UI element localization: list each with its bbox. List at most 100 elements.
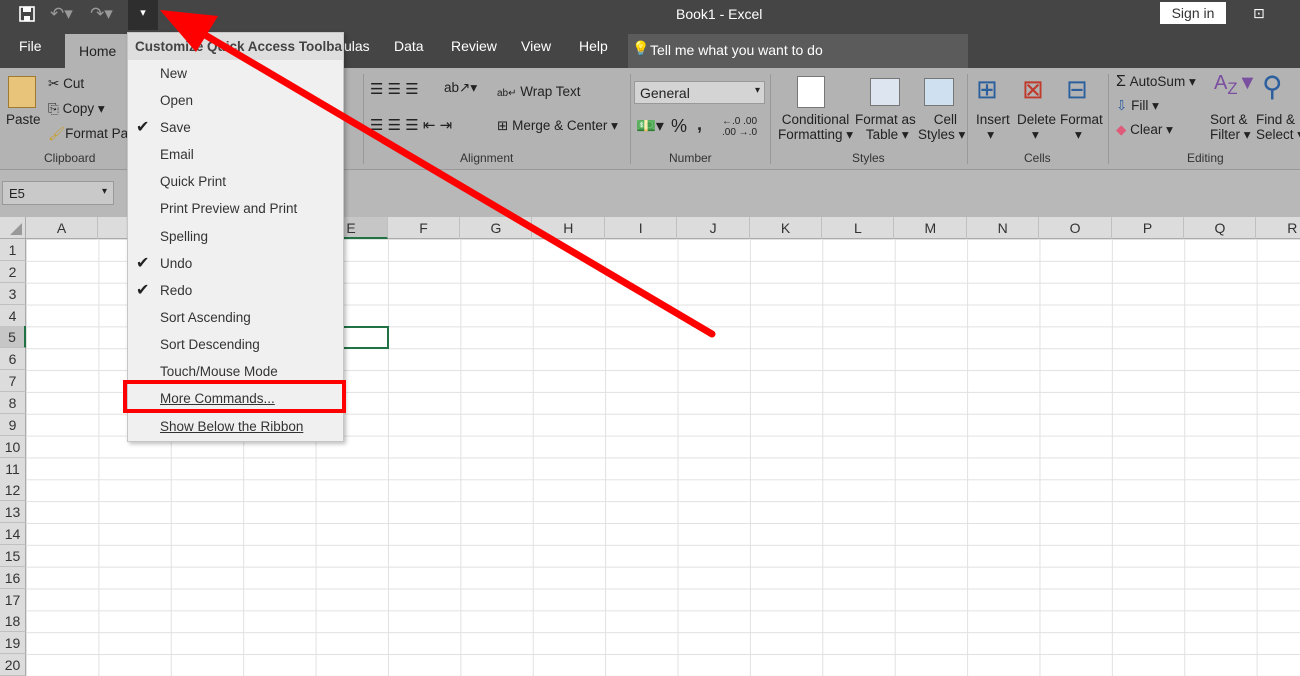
- row-header-15[interactable]: 15: [0, 544, 26, 567]
- search-icon: ⚲: [1262, 71, 1283, 102]
- column-header-L[interactable]: L: [822, 217, 895, 239]
- row-header-9[interactable]: 9: [0, 413, 26, 436]
- row-header-16[interactable]: 16: [0, 566, 26, 589]
- menu-item-new[interactable]: New: [128, 60, 343, 87]
- percent-button[interactable]: %: [671, 116, 687, 137]
- format-painter-label: Format Pa: [65, 126, 129, 141]
- column-header-A[interactable]: A: [26, 217, 98, 239]
- label: Styles: [918, 127, 955, 142]
- row-header-1[interactable]: 1: [0, 239, 26, 261]
- tab-file[interactable]: File: [19, 38, 42, 54]
- column-header-O[interactable]: O: [1040, 217, 1112, 239]
- menu-item-open[interactable]: Open: [128, 87, 343, 114]
- cell-styles-button[interactable]: Cell Styles ▾: [918, 112, 965, 143]
- select-all-button[interactable]: [0, 217, 26, 239]
- tell-me-search[interactable]: 💡 Tell me what you want to do: [628, 34, 968, 68]
- scissors-icon: ✂: [48, 76, 60, 91]
- tab-formulas[interactable]: ulas: [344, 38, 370, 54]
- row-header-2[interactable]: 2: [0, 260, 26, 283]
- menu-item-print-preview-and-print[interactable]: Print Preview and Print: [128, 195, 343, 222]
- tab-home[interactable]: Home: [65, 34, 129, 68]
- menu-item-sort-ascending[interactable]: Sort Ascending: [128, 304, 343, 331]
- row-header-8[interactable]: 8: [0, 391, 26, 414]
- row-header-20[interactable]: 20: [0, 654, 26, 676]
- undo-icon[interactable]: ↶▾: [50, 4, 73, 24]
- menu-item-undo[interactable]: ✔ Undo: [128, 250, 343, 277]
- row-header-3[interactable]: 3: [0, 282, 26, 305]
- menu-item-spelling[interactable]: Spelling: [128, 223, 343, 250]
- cut-button[interactable]: ✂ Cut: [48, 76, 84, 92]
- column-header-P[interactable]: P: [1112, 217, 1184, 239]
- number-format-select[interactable]: General ▾: [634, 81, 765, 104]
- column-header-M[interactable]: M: [895, 217, 967, 239]
- fill-button[interactable]: ⇩ Fill ▾: [1116, 98, 1159, 114]
- column-header-G[interactable]: G: [460, 217, 533, 239]
- row-header-13[interactable]: 13: [0, 501, 26, 524]
- tab-help[interactable]: Help: [579, 38, 608, 54]
- column-header-K[interactable]: K: [750, 217, 822, 239]
- label: Filter: [1210, 127, 1240, 142]
- label: Cell: [933, 112, 958, 127]
- insert-button[interactable]: Insert ▾: [976, 112, 1010, 143]
- menu-item-redo[interactable]: ✔ Redo: [128, 277, 343, 304]
- accounting-format-icon[interactable]: 💵▾: [636, 116, 664, 136]
- column-header-F[interactable]: F: [388, 217, 460, 239]
- sign-in-button[interactable]: Sign in: [1160, 2, 1226, 24]
- decimal-icons[interactable]: ←.0 .00.00 →.0: [722, 116, 757, 138]
- column-header-H[interactable]: H: [533, 217, 605, 239]
- tab-data[interactable]: Data: [394, 38, 424, 54]
- menu-item-show-below-the-ribbon[interactable]: Show Below the Ribbon: [128, 412, 343, 439]
- format-button[interactable]: Format ▾: [1060, 112, 1103, 143]
- column-header-N[interactable]: N: [967, 217, 1040, 239]
- format-as-table-button[interactable]: Format as Table ▾: [855, 112, 916, 143]
- row-header-11[interactable]: 11: [0, 457, 26, 480]
- save-icon[interactable]: [18, 5, 36, 23]
- paste-button[interactable]: Paste: [6, 112, 41, 127]
- clear-button[interactable]: ◆ Clear ▾: [1116, 122, 1173, 138]
- menu-item-sort-descending[interactable]: Sort Descending: [128, 331, 343, 358]
- row-header-10[interactable]: 10: [0, 435, 26, 458]
- row-header-14[interactable]: 14: [0, 523, 26, 546]
- row-header-19[interactable]: 19: [0, 632, 26, 655]
- row-header-18[interactable]: 18: [0, 610, 26, 633]
- menu-item-save[interactable]: ✔ Save: [128, 114, 343, 141]
- menu-item-label: Show Below the Ribbon: [160, 419, 304, 435]
- row-header-5[interactable]: 5: [0, 326, 26, 349]
- group-number-label: Number: [669, 151, 712, 165]
- wrap-text-button[interactable]: ab↵ Wrap Text: [497, 84, 581, 99]
- conditional-formatting-button[interactable]: Conditional Formatting ▾: [778, 112, 853, 143]
- sort-filter-button[interactable]: Sort & Filter ▾: [1210, 112, 1251, 143]
- copy-button[interactable]: ⎘ Copy ▾: [48, 101, 105, 117]
- row-header-4[interactable]: 4: [0, 304, 26, 327]
- column-header-R[interactable]: R: [1257, 217, 1300, 239]
- tab-view[interactable]: View: [521, 38, 551, 54]
- merge-center-button[interactable]: ⊞ Merge & Center ▾: [497, 118, 618, 134]
- find-select-button[interactable]: Find &Select ▾: [1256, 112, 1300, 143]
- row-header-17[interactable]: 17: [0, 588, 26, 611]
- delete-button[interactable]: Delete ▾: [1017, 112, 1056, 143]
- format-painter-button[interactable]: 🖌Format Pa: [48, 126, 128, 142]
- row-header-6[interactable]: 6: [0, 348, 26, 371]
- column-header-J[interactable]: J: [678, 217, 750, 239]
- menu-item-email[interactable]: Email: [128, 141, 343, 168]
- column-header-I[interactable]: I: [605, 217, 678, 239]
- tab-review[interactable]: Review: [451, 38, 497, 54]
- customize-qat-button[interactable]: ▾: [128, 0, 158, 30]
- column-header-Q[interactable]: Q: [1184, 217, 1257, 239]
- redo-icon[interactable]: ↷▾: [90, 4, 113, 24]
- menu-item-quick-print[interactable]: Quick Print: [128, 168, 343, 195]
- ribbon-display-icon[interactable]: ⊡: [1253, 5, 1265, 22]
- align-horizontal-icons[interactable]: ☰ ☰ ☰ ⇤ ⇥: [370, 116, 452, 134]
- delete-cells-icon: ⊠: [1022, 74, 1044, 104]
- menu-header: Customize Quick Access Toolbar: [128, 33, 343, 60]
- comma-button[interactable]: ,: [697, 114, 702, 135]
- row-header-12[interactable]: 12: [0, 479, 26, 502]
- menu-item-label: Save: [160, 120, 191, 136]
- label: AutoSum: [1129, 74, 1186, 89]
- align-top-icons[interactable]: ☰ ☰ ☰: [370, 80, 419, 98]
- name-box[interactable]: E5 ▾: [2, 181, 114, 205]
- paste-icon[interactable]: [8, 76, 36, 108]
- row-header-7[interactable]: 7: [0, 370, 26, 393]
- orientation-icon[interactable]: ab↗▾: [444, 80, 477, 96]
- autosum-button[interactable]: Σ AutoSum ▾: [1116, 73, 1196, 91]
